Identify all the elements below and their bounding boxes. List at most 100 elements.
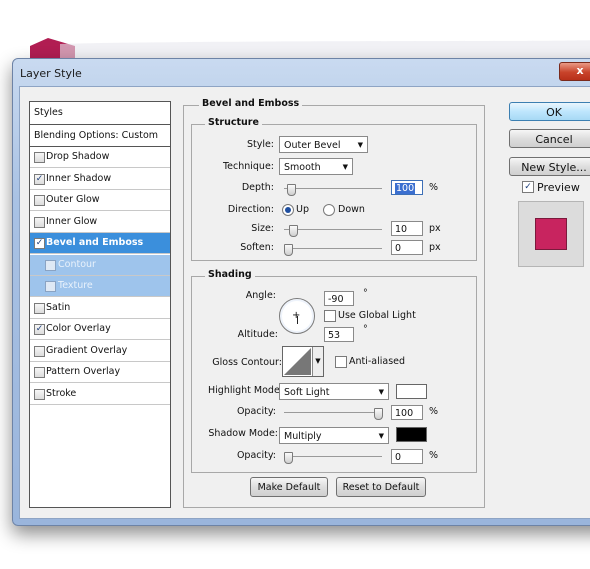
highlight-color-swatch[interactable] <box>396 384 427 399</box>
highlight-opacity-label: Opacity: <box>236 406 276 417</box>
style-item-inner-glow[interactable]: Inner Glow <box>30 212 170 233</box>
style-item-pattern-overlay[interactable]: Pattern Overlay <box>30 362 170 383</box>
highlight-opacity-thumb[interactable] <box>374 408 383 420</box>
bevel-emboss-title: Bevel and Emboss <box>199 98 303 109</box>
style-item-gradient-overlay[interactable]: Gradient Overlay <box>30 341 170 362</box>
gloss-contour-picker[interactable]: ▼ <box>282 346 324 377</box>
size-input[interactable]: 10 <box>391 221 423 236</box>
shadow-opacity-input[interactable]: 0 <box>391 449 423 464</box>
direction-down-radio[interactable] <box>323 204 335 216</box>
style-item-satin[interactable]: Satin <box>30 298 170 319</box>
new-style-label: New Style... <box>521 161 587 174</box>
style-item-outer-glow[interactable]: Outer Glow <box>30 190 170 211</box>
technique-label: Technique: <box>222 161 274 172</box>
altitude-input[interactable]: 53 <box>324 327 354 342</box>
highlight-mode-select[interactable]: Soft Light ▼ <box>279 383 389 400</box>
style-item-label: Outer Glow <box>46 194 100 205</box>
make-default-button[interactable]: Make Default <box>250 477 328 497</box>
close-button[interactable]: x <box>559 62 590 81</box>
blending-options-label: Blending Options: Custom <box>34 130 159 141</box>
highlight-mode-value: Soft Light <box>284 387 330 398</box>
chevron-down-icon: ▼ <box>378 388 384 396</box>
highlight-opacity-input[interactable]: 100 <box>391 405 423 420</box>
style-item-drop-shadow[interactable]: Drop Shadow <box>30 147 170 168</box>
style-item-label: Inner Glow <box>46 215 98 227</box>
style-checkbox[interactable] <box>34 216 45 228</box>
highlight-opacity-value: 100 <box>395 408 414 419</box>
preview-checkbox[interactable]: ✓ <box>522 181 534 193</box>
structure-title: Structure <box>205 117 262 128</box>
shadow-opacity-unit: % <box>429 450 439 461</box>
size-slider[interactable] <box>284 225 382 237</box>
style-item-texture[interactable]: Texture <box>30 276 170 297</box>
technique-select-value: Smooth <box>284 162 321 173</box>
style-select[interactable]: Outer Bevel ▼ <box>279 136 368 153</box>
style-checkbox[interactable] <box>34 345 45 357</box>
angle-dial[interactable]: + <box>279 298 315 334</box>
contour-curve-icon <box>284 348 311 375</box>
cancel-button[interactable]: Cancel <box>509 129 590 148</box>
style-checkbox[interactable] <box>34 388 45 400</box>
style-checkbox[interactable]: ✓ <box>34 238 45 249</box>
shadow-opacity-thumb[interactable] <box>284 452 293 464</box>
style-checkbox[interactable]: ✓ <box>34 173 45 185</box>
chevron-down-icon: ▼ <box>378 432 384 440</box>
style-checkbox[interactable] <box>45 281 56 292</box>
style-select-value: Outer Bevel <box>284 140 341 151</box>
depth-unit: % <box>429 182 439 193</box>
shadow-mode-select[interactable]: Multiply ▼ <box>279 427 389 444</box>
global-light-checkbox[interactable] <box>324 310 336 322</box>
shadow-opacity-slider[interactable] <box>284 452 382 464</box>
style-checkbox[interactable] <box>34 195 45 206</box>
anti-aliased-label: Anti-aliased <box>349 356 406 367</box>
depth-value: 100 <box>395 183 416 194</box>
depth-input[interactable]: 100 <box>391 180 423 195</box>
styles-header[interactable]: Styles <box>30 102 170 125</box>
new-style-button[interactable]: New Style... <box>509 157 590 176</box>
reset-default-button[interactable]: Reset to Default <box>336 477 426 497</box>
shadow-opacity-value: 0 <box>395 452 402 463</box>
style-checkbox[interactable]: ✓ <box>34 324 45 335</box>
style-item-inner-shadow[interactable]: ✓ Inner Shadow <box>30 169 170 190</box>
preview-thumbnail <box>518 201 584 267</box>
angle-value: -90 <box>328 294 344 305</box>
soften-slider-thumb[interactable] <box>284 244 293 256</box>
chevron-down-icon: ▼ <box>357 141 363 149</box>
dialog-client: Styles Blending Options: Custom Drop Sha… <box>19 86 590 519</box>
style-item-bevel-and-emboss[interactable]: ✓ Bevel and Emboss <box>30 233 170 254</box>
ok-button[interactable]: OK <box>509 102 590 121</box>
blending-options-item[interactable]: Blending Options: Custom <box>30 125 170 147</box>
style-item-label: Contour <box>58 258 96 270</box>
style-item-label: Texture <box>58 280 93 291</box>
style-item-label: Stroke <box>46 387 77 399</box>
highlight-opacity-slider[interactable] <box>284 408 383 420</box>
soften-input[interactable]: 0 <box>391 240 423 255</box>
style-checkbox[interactable] <box>34 152 45 163</box>
style-item-stroke[interactable]: Stroke <box>30 384 170 405</box>
style-item-color-overlay[interactable]: ✓ Color Overlay <box>30 319 170 340</box>
altitude-value: 53 <box>328 330 341 341</box>
soften-unit: px <box>429 242 441 253</box>
direction-up-radio[interactable] <box>282 204 294 216</box>
depth-slider[interactable] <box>284 184 382 196</box>
style-item-label: Color Overlay <box>46 323 111 334</box>
style-checkbox[interactable] <box>45 259 56 271</box>
ok-label: OK <box>546 106 562 119</box>
anti-aliased-checkbox[interactable] <box>335 356 347 368</box>
styles-header-label: Styles <box>34 107 63 118</box>
global-light-label: Use Global Light <box>338 310 416 321</box>
make-default-label: Make Default <box>257 482 321 493</box>
style-checkbox[interactable] <box>34 367 45 378</box>
style-checkbox[interactable] <box>34 302 45 314</box>
styles-list: Styles Blending Options: Custom Drop Sha… <box>29 101 171 508</box>
angle-input[interactable]: -90 <box>324 291 354 306</box>
depth-slider-thumb[interactable] <box>286 184 296 196</box>
size-slider-thumb[interactable] <box>288 225 298 237</box>
technique-select[interactable]: Smooth ▼ <box>279 158 353 175</box>
contour-dropdown[interactable]: ▼ <box>312 347 323 376</box>
layer-style-dialog: Layer Style x Styles Blending Options: C… <box>12 58 590 526</box>
soften-slider[interactable] <box>284 244 382 256</box>
shadow-color-swatch[interactable] <box>396 427 427 442</box>
chevron-down-icon: ▼ <box>342 163 348 171</box>
style-item-contour[interactable]: Contour <box>30 254 170 276</box>
